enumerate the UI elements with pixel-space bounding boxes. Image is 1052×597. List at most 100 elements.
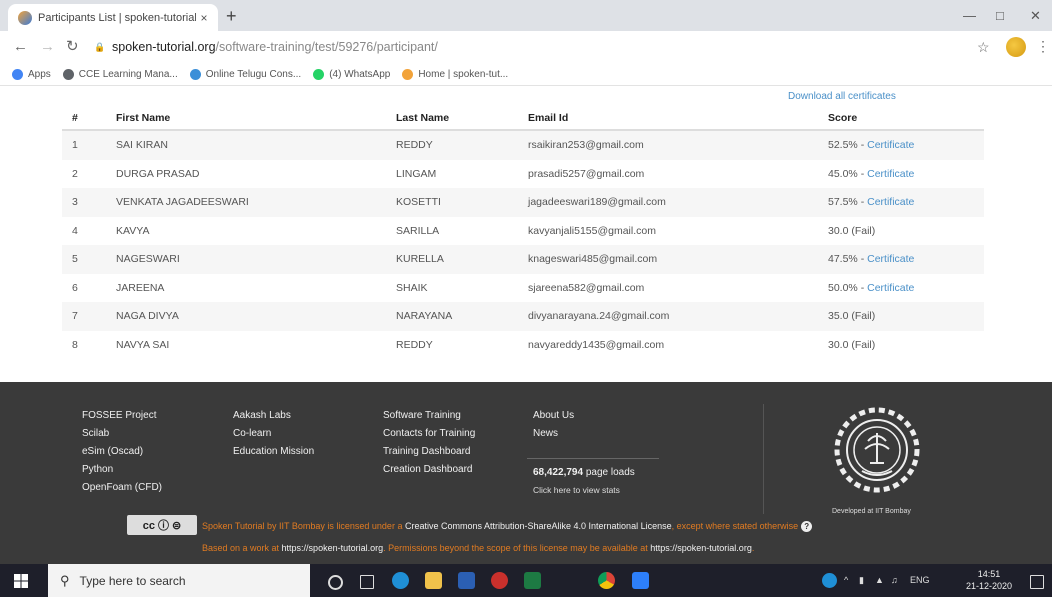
new-tab-button[interactable]: + [226, 7, 237, 25]
notifications-icon[interactable] [1030, 575, 1044, 589]
based-link-1[interactable]: https://spoken-tutorial.org [282, 543, 384, 553]
bookmark-favicon-icon [189, 68, 201, 80]
word-icon[interactable] [458, 572, 475, 589]
score-value: 30.0 (Fail) [828, 338, 876, 351]
reload-icon[interactable]: ↻ [66, 39, 79, 54]
footer-link[interactable]: Scilab [82, 425, 162, 443]
bookmark-item[interactable]: Apps [12, 68, 51, 80]
footer-link[interactable]: eSim (Oscad) [82, 443, 162, 461]
cortana-icon[interactable] [328, 575, 343, 590]
minimize-icon[interactable]: — [963, 8, 976, 23]
first-name-cell: VENKATA JAGADEESWARI [106, 188, 386, 217]
certificate-link[interactable]: Certificate [867, 139, 914, 151]
menu-kebab-icon[interactable]: ⋮ [1036, 38, 1050, 55]
bookmark-favicon-icon [12, 68, 23, 80]
last-name-cell: NARAYANA [386, 302, 518, 331]
creative-commons-badge-icon[interactable]: cc ⓘ ⊜ [127, 515, 197, 535]
score-value: 57.5% - [828, 196, 868, 209]
taskbar-clock[interactable]: 14:51 21-12-2020 [966, 568, 1012, 592]
windows-start-icon[interactable] [14, 574, 28, 588]
spoken-tutorial-favicon-icon [18, 10, 32, 25]
battery-icon[interactable]: ▮ [859, 575, 864, 586]
developed-at-text: Developed at IIT Bombay [832, 508, 911, 515]
excel-icon[interactable] [524, 572, 541, 589]
footer-link[interactable]: Training Dashboard [383, 443, 475, 461]
row-number: 4 [72, 224, 78, 237]
footer-link[interactable]: FOSSEE Project [82, 407, 162, 425]
last-name-cell: KOSETTI [386, 188, 518, 217]
certificate-link[interactable]: Certificate [867, 196, 914, 208]
footer-link[interactable]: Education Mission [233, 443, 314, 461]
bookmark-item[interactable]: Home | spoken-tut... [402, 68, 508, 80]
footer-link[interactable]: About Us [533, 407, 574, 425]
license-link[interactable]: Creative Commons Attribution-ShareAlike … [405, 521, 672, 531]
first-name-cell: NAGA DIVYA [106, 302, 386, 331]
forward-icon[interactable]: → [40, 39, 55, 54]
zoom-icon[interactable] [632, 572, 649, 589]
clock-date: 21-12-2020 [966, 581, 1013, 591]
window-close-icon[interactable]: ✕ [1030, 8, 1041, 24]
maximize-icon[interactable]: □ [996, 8, 1004, 23]
attribution-line: Based on a work at https://spoken-tutori… [202, 543, 754, 553]
score-value: 52.5% - [828, 139, 868, 152]
taskbar-search-box[interactable]: ⚲ Type here to search [48, 564, 310, 597]
chrome-icon[interactable] [598, 572, 615, 589]
footer-vertical-divider [763, 404, 764, 514]
volume-icon[interactable]: ♫ [891, 575, 898, 585]
row-number: 6 [72, 281, 78, 294]
view-stats-link[interactable]: Click here to view stats [533, 485, 620, 495]
footer-link[interactable]: Python [82, 461, 162, 479]
table-header-row: # First Name Last Name Email Id Score [62, 107, 984, 131]
score-cell: 52.5% - Certificate [818, 130, 984, 160]
column-header-first-name: First Name [106, 107, 386, 131]
footer-link[interactable]: OpenFoam (CFD) [82, 479, 162, 497]
bookmark-item[interactable]: Online Telugu Cons... [189, 68, 301, 80]
email-cell: rsaikiran253@gmail.com [518, 130, 818, 160]
row-number: 7 [62, 302, 106, 331]
score-value: 35.0 (Fail) [828, 310, 876, 323]
file-explorer-icon[interactable] [425, 572, 442, 589]
lock-icon: 🔒 [94, 41, 106, 52]
iit-bombay-emblem-icon [834, 407, 920, 493]
app-icon[interactable] [491, 572, 508, 589]
first-name-cell: KAVYA [116, 224, 150, 237]
browser-tab[interactable]: Participants List | spoken-tutorial × [8, 4, 218, 31]
language-indicator[interactable]: ENG [910, 575, 930, 585]
based-text-c: . Permissions beyond the scope of this l… [383, 543, 651, 553]
bookmark-favicon-icon [62, 68, 74, 80]
bookmark-star-icon[interactable]: ☆ [977, 39, 990, 56]
column-header-score: Score [818, 107, 984, 131]
profile-avatar[interactable] [1006, 37, 1026, 57]
score-value: 47.5% - [828, 253, 868, 266]
tray-chevron-icon[interactable]: ^ [844, 575, 848, 585]
certificate-link[interactable]: Certificate [867, 282, 914, 294]
help-tray-icon[interactable] [822, 573, 837, 588]
page-loads-counter: 68,422,794 page loads [533, 467, 635, 478]
download-certificates-link[interactable]: Download all certificates [788, 91, 896, 102]
help-icon[interactable]: ? [801, 521, 813, 532]
back-icon[interactable]: ← [13, 39, 28, 54]
last-name-cell: REDDY [386, 130, 518, 160]
certificate-link[interactable]: Certificate [867, 253, 914, 265]
email-cell: sjareena582@gmail.com [528, 281, 645, 294]
url-field[interactable]: 🔒 spoken-tutorial.org /software-training… [94, 36, 964, 58]
tab-close-icon[interactable]: × [196, 11, 212, 25]
footer-link[interactable]: Software Training [383, 407, 475, 425]
footer-link[interactable]: News [533, 425, 574, 443]
last-name-cell: LINGAM [396, 167, 437, 180]
footer-link[interactable]: Co-learn [233, 425, 314, 443]
bookmark-label: CCE Learning Mana... [78, 68, 178, 80]
based-link-2[interactable]: https://spoken-tutorial.org [650, 543, 752, 553]
certificate-link[interactable]: Certificate [867, 168, 914, 180]
task-view-icon[interactable] [360, 575, 374, 589]
footer-column-about: About Us News [533, 407, 574, 443]
edge-browser-icon[interactable] [392, 572, 409, 589]
bookmark-item[interactable]: CCE Learning Mana... [62, 68, 178, 80]
footer-link[interactable]: Contacts for Training [383, 425, 475, 443]
bookmark-item[interactable]: (4) WhatsApp [313, 68, 390, 80]
license-text-c: , except where stated otherwise [671, 521, 799, 531]
network-icon[interactable]: ▲ [875, 575, 884, 585]
footer-link[interactable]: Aakash Labs [233, 407, 314, 425]
taskbar-search-placeholder: Type here to search [79, 573, 186, 588]
footer-link[interactable]: Creation Dashboard [383, 461, 475, 479]
